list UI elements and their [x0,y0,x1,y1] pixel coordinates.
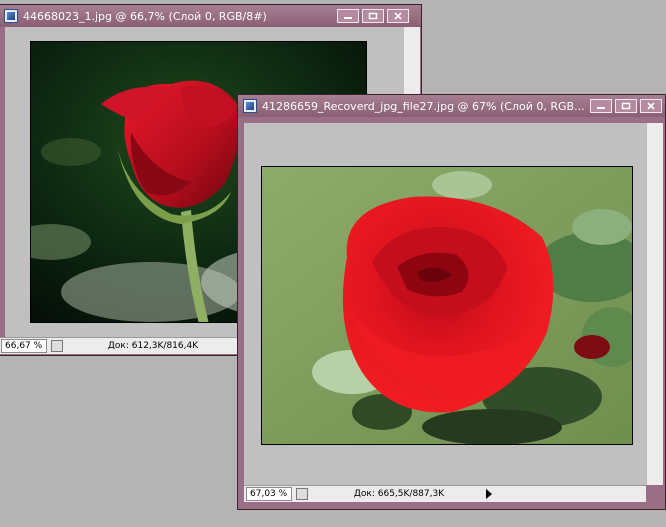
status-menu-icon[interactable] [51,340,63,352]
document-window-front[interactable]: 41286659_Recoverd_jpg_file27.jpg @ 67% (… [237,94,666,510]
minimize-button[interactable] [337,9,359,23]
canvas-area-front [244,123,646,485]
status-menu-icon[interactable] [296,488,308,500]
window-title-back: 44668023_1.jpg @ 66,7% (Слой 0, RGB/8#) [23,9,267,23]
horizontal-scrollbar-front[interactable] [496,485,646,502]
image-red-rose [261,166,633,445]
play-arrow-icon[interactable] [486,489,492,499]
zoom-field-front[interactable]: 67,03 % [246,487,292,501]
close-button[interactable] [640,99,662,113]
photoshop-doc-icon [4,9,18,23]
status-bar-back: 66,67 % Док: 612,3K/816,4K [0,337,239,354]
doc-size-front: Док: 665,5K/887,3K [353,489,445,499]
minimize-icon [344,17,352,19]
minimize-button[interactable] [590,99,612,113]
photoshop-doc-icon [243,99,257,113]
title-bar-back[interactable]: 44668023_1.jpg @ 66,7% (Слой 0, RGB/8#) [0,5,421,27]
title-bar-front[interactable]: 41286659_Recoverd_jpg_file27.jpg @ 67% (… [238,95,665,117]
close-icon [394,12,402,20]
maximize-icon [621,102,631,110]
window-title-front: 41286659_Recoverd_jpg_file27.jpg @ 67% (… [262,99,585,113]
maximize-button[interactable] [615,99,637,113]
doc-size-back: Док: 612,3K/816,4K [107,341,199,351]
maximize-button[interactable] [362,9,384,23]
close-button[interactable] [387,9,409,23]
zoom-field-back[interactable]: 66,67 % [1,339,47,353]
close-icon [647,102,655,110]
status-bar-front: 67,03 % Док: 665,5K/887,3K [244,485,496,502]
maximize-icon [368,12,378,20]
vertical-scrollbar-front[interactable] [646,123,663,485]
minimize-icon [597,107,605,109]
